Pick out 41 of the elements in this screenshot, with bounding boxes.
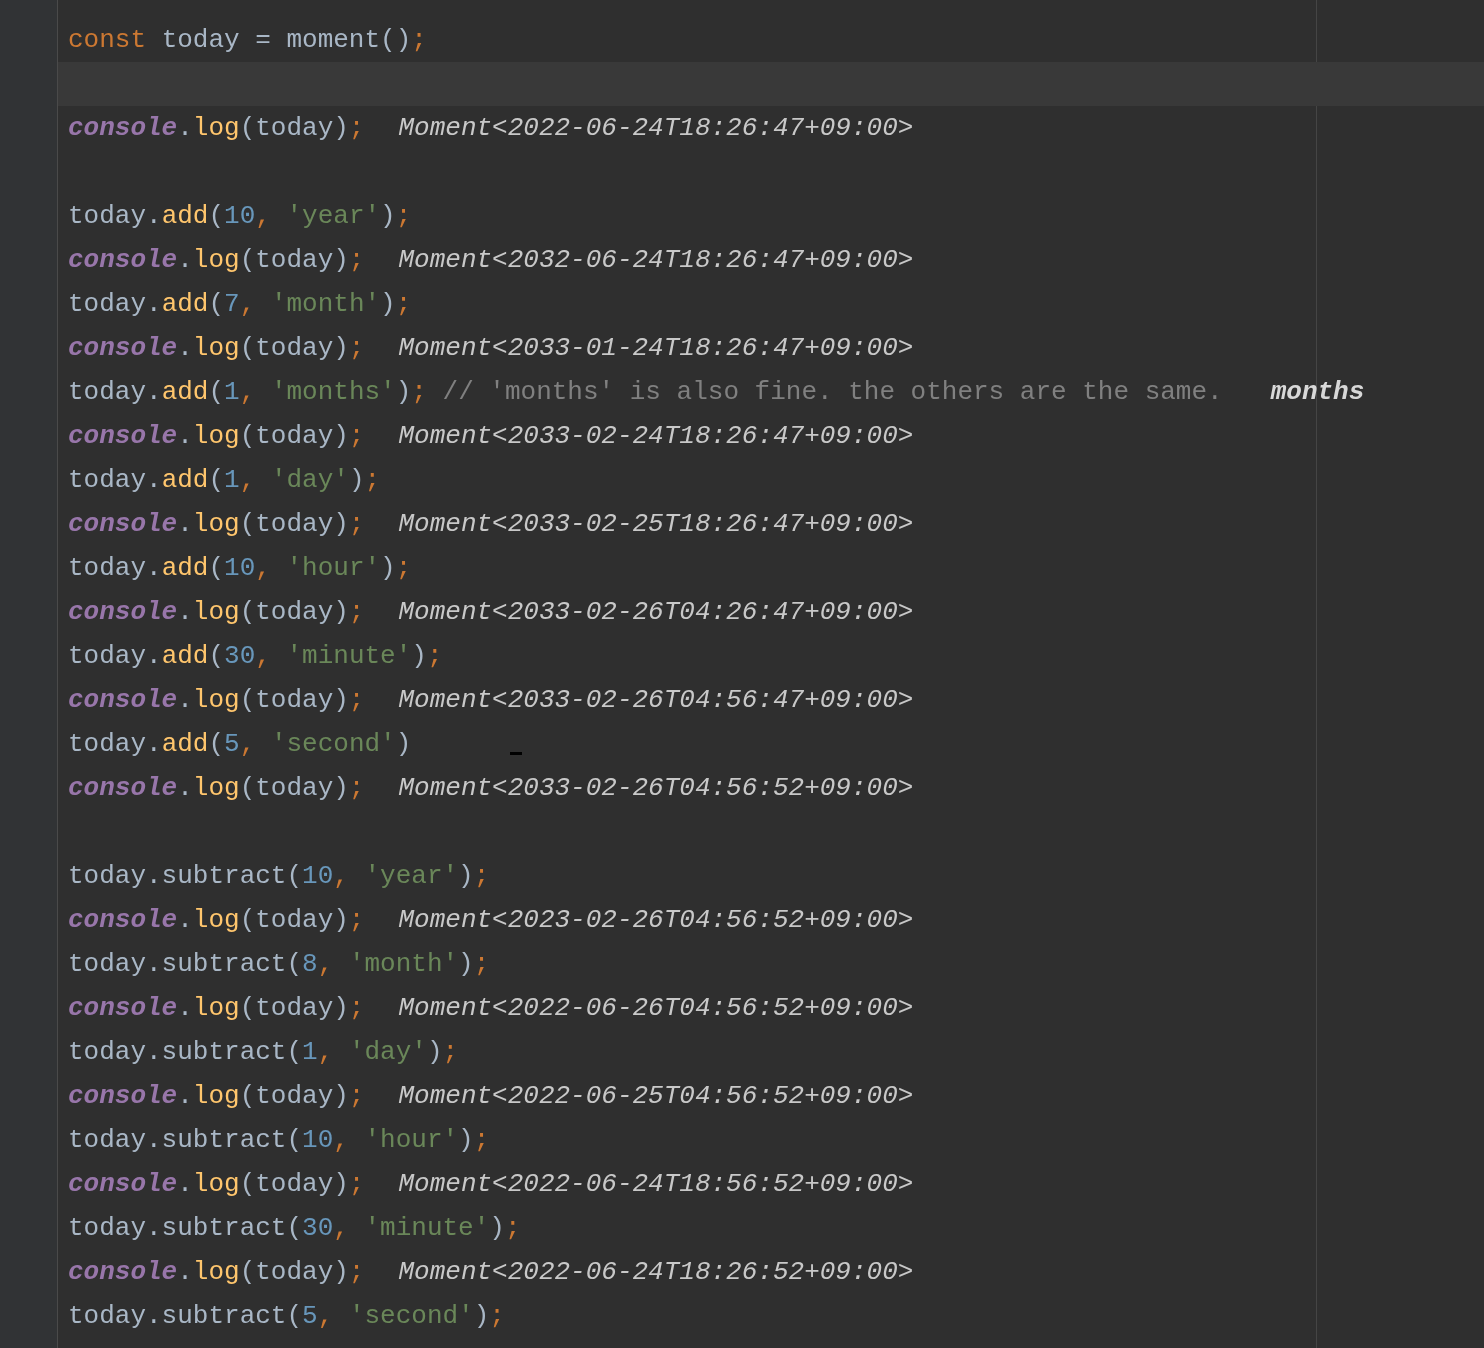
code-line: today.subtract(8, 'month');	[68, 949, 490, 979]
code-line: today.add(1, 'day');	[68, 465, 381, 495]
inlay-hint: Moment<2033-02-26T04:26:47+09:00>	[398, 597, 914, 627]
code-line: console.log(today);	[68, 1169, 365, 1199]
code-line: today.subtract(10, 'hour');	[68, 1125, 490, 1155]
inlay-hint: months	[1270, 377, 1365, 407]
code-line: console.log(today);	[68, 597, 365, 627]
inlay-hint: Moment<2023-02-26T04:56:52+09:00>	[398, 905, 914, 935]
code-line: today.subtract(10, 'year');	[68, 861, 490, 891]
code-line: console.log(today);	[68, 993, 365, 1023]
code-line: console.log(today);	[68, 509, 365, 539]
code-line: const today = moment();	[68, 25, 427, 55]
code-line: console.log(today);	[68, 1257, 365, 1287]
code-line: today.add(1, 'months'); // 'months' is also fine. the others are the same.	[68, 377, 1223, 407]
inlay-hint: Moment<2033-02-26T04:56:47+09:00>	[398, 685, 914, 715]
inlay-hint: Moment<2022-06-24T18:26:52+09:00>	[398, 1257, 914, 1287]
inlay-hint: Moment<2033-02-26T04:56:52+09:00>	[398, 773, 914, 803]
code-line: console.log(today);	[68, 333, 365, 363]
code-line: console.log(today);	[68, 421, 365, 451]
code-line: today.subtract(5, 'second');	[68, 1301, 505, 1331]
inlay-hint: Moment<2033-02-24T18:26:47+09:00>	[398, 421, 914, 451]
code-line: console.log(today);	[68, 773, 365, 803]
code-line: console.log(today);	[68, 685, 365, 715]
inlay-hint: Moment<2022-06-24T18:26:47+09:00>	[398, 113, 914, 143]
inlay-hint: Moment<2032-06-24T18:26:47+09:00>	[398, 245, 914, 275]
code-line: console.log(today);	[68, 905, 365, 935]
inlay-hint: Moment<2022-06-24T18:56:52+09:00>	[398, 1169, 914, 1199]
inlay-hint: Moment<2022-06-26T04:56:52+09:00>	[398, 993, 914, 1023]
code-line: today.add(7, 'month');	[68, 289, 412, 319]
inlay-hint: Moment<2022-06-25T04:56:52+09:00>	[398, 1081, 914, 1111]
code-line: today.subtract(1, 'day');	[68, 1037, 459, 1067]
code-line: today.add(5, 'second')	[68, 729, 412, 759]
code-line: today.subtract(30, 'minute');	[68, 1213, 521, 1243]
code-line: today.add(10, 'year');	[68, 201, 412, 231]
inlay-hint: Moment<2033-01-24T18:26:47+09:00>	[398, 333, 914, 363]
inlay-hint: Moment<2033-02-25T18:26:47+09:00>	[398, 509, 914, 539]
code-line: today.add(30, 'minute');	[68, 641, 443, 671]
code-line: console.log(today);	[68, 245, 365, 275]
code-line: today.add(10, 'hour');	[68, 553, 412, 583]
code-line: console.log(today);	[68, 1081, 365, 1111]
code-line: console.log(today);	[68, 113, 365, 143]
